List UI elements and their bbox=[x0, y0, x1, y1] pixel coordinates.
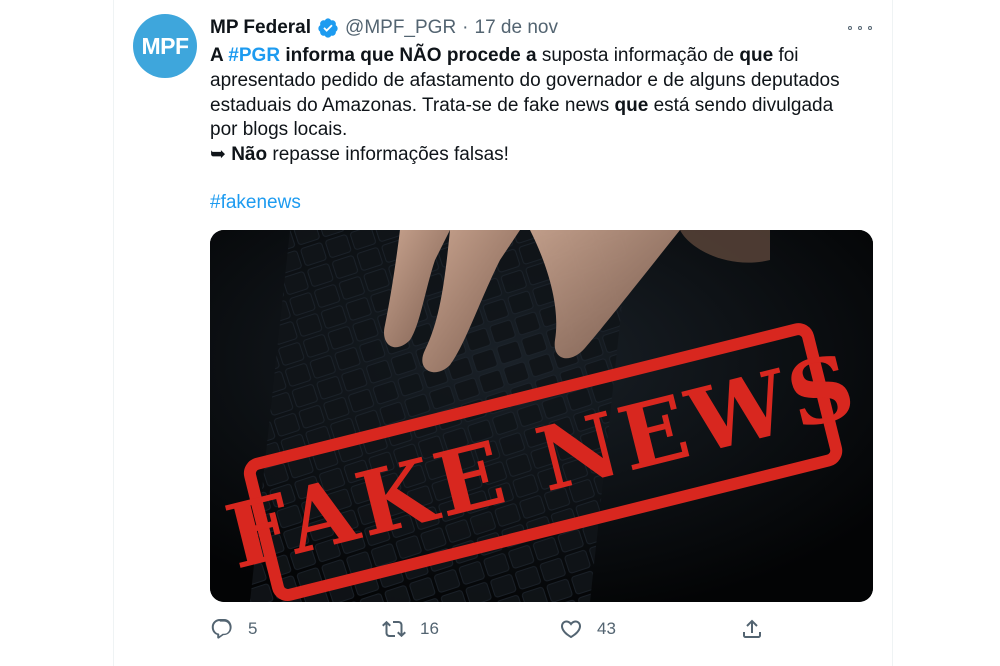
avatar-text: MPF bbox=[141, 32, 189, 59]
hashtag-link-fakenews[interactable]: #fakenews bbox=[210, 192, 301, 214]
separator-dot: · bbox=[462, 17, 469, 38]
text-bold: que bbox=[614, 94, 649, 116]
author-name[interactable]: MP Federal bbox=[210, 17, 311, 39]
tweet-date[interactable]: 17 de nov bbox=[475, 17, 558, 39]
more-dot bbox=[848, 26, 852, 30]
share-button[interactable] bbox=[740, 612, 764, 646]
share-icon bbox=[743, 619, 761, 638]
reply-icon bbox=[211, 619, 232, 639]
reply-button[interactable]: 5 bbox=[210, 612, 257, 646]
tweet-image[interactable]: FAKE NEWS bbox=[210, 230, 873, 602]
like-icon bbox=[560, 620, 582, 639]
verified-badge-icon bbox=[318, 18, 338, 38]
tweet-actions: 5 16 43 bbox=[210, 612, 790, 646]
text-bold: A bbox=[210, 45, 229, 66]
text-bold: informa que NÃO procede a bbox=[280, 45, 537, 66]
text-regular: repasse informações falsas! bbox=[267, 144, 509, 166]
more-options-icon[interactable] bbox=[848, 18, 872, 38]
retweet-count: 16 bbox=[420, 619, 439, 638]
reply-count: 5 bbox=[248, 619, 258, 638]
text-bold: Não bbox=[231, 144, 268, 166]
more-dot bbox=[858, 26, 862, 30]
text-bold: que bbox=[739, 45, 774, 66]
avatar[interactable]: MPF bbox=[133, 14, 197, 78]
text-regular: suposta informação de bbox=[536, 45, 740, 66]
like-count: 43 bbox=[597, 619, 616, 638]
retweet-button[interactable]: 16 bbox=[382, 612, 439, 646]
tweet-text: A #PGR informa que NÃO procede a suposta… bbox=[210, 44, 850, 168]
like-button[interactable]: 43 bbox=[559, 612, 616, 646]
retweet-icon bbox=[382, 620, 406, 638]
hashtag-link-pgr[interactable]: #PGR bbox=[228, 45, 280, 66]
more-dot bbox=[868, 26, 872, 30]
author-handle[interactable]: @MPF_PGR bbox=[345, 17, 456, 39]
tweet-header: MP Federal @MPF_PGR · 17 de nov bbox=[210, 14, 558, 42]
fake-news-image: FAKE NEWS bbox=[210, 230, 873, 602]
arrow-glyph: ➥ bbox=[210, 144, 232, 166]
